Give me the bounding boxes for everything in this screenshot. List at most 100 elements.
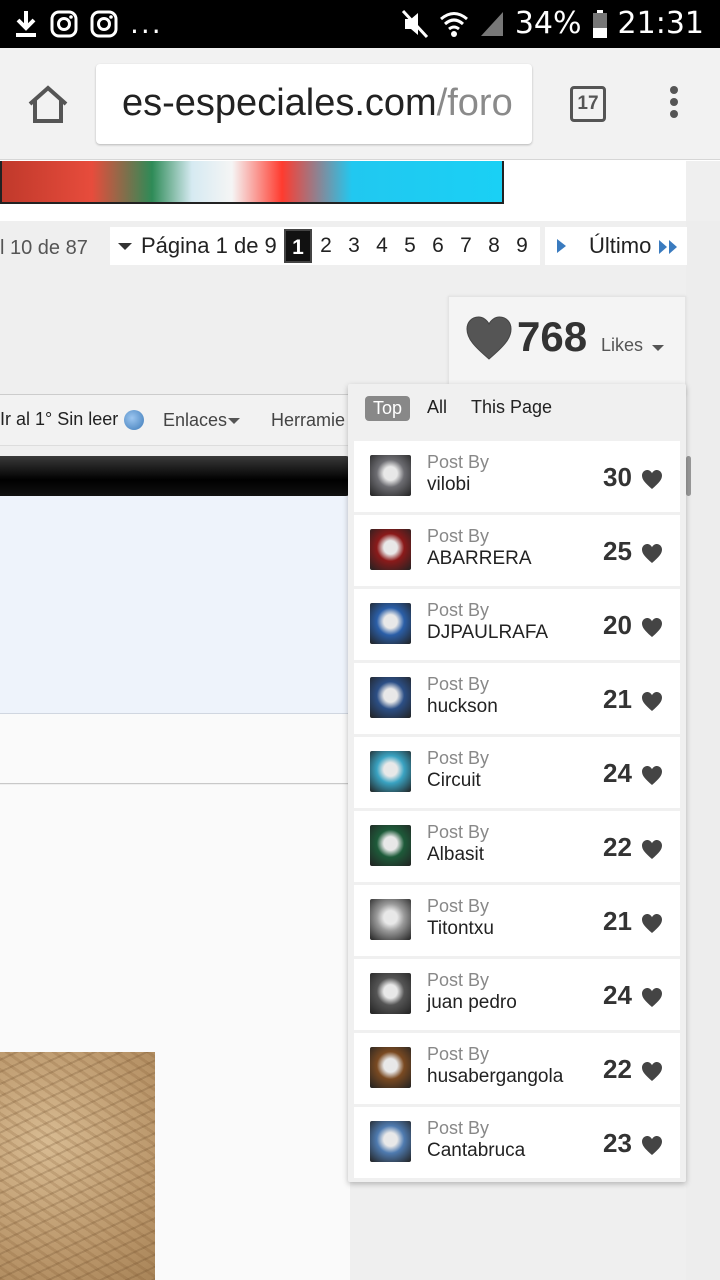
- like-count: 20: [603, 610, 632, 640]
- page-number[interactable]: 7: [452, 229, 480, 263]
- likes-list-item[interactable]: Post By Cantabruca 23: [354, 1107, 680, 1178]
- post-by-label: Post By: [427, 896, 490, 916]
- download-icon: [16, 11, 36, 37]
- user-avatar[interactable]: [370, 899, 411, 940]
- user-avatar[interactable]: [370, 751, 411, 792]
- post-by-label: Post By: [427, 822, 490, 842]
- post-by-label: Post By: [427, 1044, 490, 1064]
- likes-list-item[interactable]: Post By Circuit 24: [354, 737, 680, 808]
- user-name[interactable]: husabergangola: [427, 1066, 563, 1088]
- page-number-current[interactable]: 1: [284, 229, 312, 263]
- first-unread-link[interactable]: Ir al 1° Sin leer: [0, 409, 118, 430]
- caret-down-icon[interactable]: [652, 345, 664, 351]
- home-icon: [28, 85, 68, 123]
- user-name[interactable]: Titontxu: [427, 918, 494, 940]
- page-number[interactable]: 3: [340, 229, 368, 263]
- last-page-label: Último: [589, 233, 652, 258]
- user-avatar[interactable]: [370, 1047, 411, 1088]
- page-label[interactable]: Página 1 de 9: [141, 233, 277, 259]
- dot-icon: [670, 110, 678, 118]
- dot-icon: [670, 98, 678, 106]
- post-image[interactable]: [0, 1052, 155, 1280]
- post-by-label: Post By: [427, 748, 490, 768]
- user-name[interactable]: juan pedro: [427, 992, 517, 1014]
- likes-list-item[interactable]: Post By Titontxu 21: [354, 885, 680, 956]
- user-name[interactable]: vilobi: [427, 474, 470, 496]
- user-avatar[interactable]: [370, 455, 411, 496]
- user-name[interactable]: ABARRERA: [427, 548, 532, 570]
- user-avatar[interactable]: [370, 603, 411, 644]
- url-path: /foro: [436, 82, 513, 124]
- web-page: l 10 de 87 Página 1 de 9 1 2 3 4 5 6 7 8…: [0, 161, 720, 1280]
- tools-menu[interactable]: Herramie: [271, 410, 345, 431]
- heart-icon: [642, 1136, 662, 1155]
- signal-icon: [480, 12, 503, 36]
- post-by-label: Post By: [427, 452, 490, 472]
- heart-icon: [642, 840, 662, 859]
- likes-list-item[interactable]: Post By ABARRERA 25: [354, 515, 680, 586]
- user-name[interactable]: Albasit: [427, 844, 484, 866]
- page-number[interactable]: 5: [396, 229, 424, 263]
- overflow-menu-button[interactable]: [660, 86, 688, 122]
- header-card: [0, 161, 686, 221]
- likes-list-item[interactable]: Post By DJPAULRAFA 20: [354, 589, 680, 660]
- like-count: 21: [603, 906, 632, 936]
- scrollbar[interactable]: [686, 456, 691, 496]
- post-by-label: Post By: [427, 1118, 490, 1138]
- user-avatar[interactable]: [370, 529, 411, 570]
- page-number[interactable]: 6: [424, 229, 452, 263]
- caret-down-icon[interactable]: [118, 243, 132, 250]
- user-name[interactable]: Circuit: [427, 770, 481, 792]
- likes-list-item[interactable]: Post By huckson 21: [354, 663, 680, 734]
- heart-icon: [642, 766, 662, 785]
- tab-top[interactable]: Top: [365, 396, 411, 421]
- next-page-icon[interactable]: [557, 239, 566, 253]
- like-count: 24: [603, 758, 632, 788]
- likes-total: 768: [517, 313, 588, 360]
- wifi-icon: [439, 12, 468, 37]
- user-name[interactable]: huckson: [427, 696, 498, 718]
- user-name[interactable]: Cantabruca: [427, 1140, 525, 1162]
- last-page-link[interactable]: Último: [545, 227, 687, 265]
- tab-all[interactable]: All: [427, 397, 447, 418]
- like-count: 22: [603, 1054, 632, 1084]
- page-number[interactable]: 4: [368, 229, 396, 263]
- likes-list-item[interactable]: Post By juan pedro 24: [354, 959, 680, 1030]
- heart-icon: [642, 618, 662, 637]
- home-button[interactable]: [26, 84, 70, 124]
- status-bar: ... 34% 21:31: [0, 0, 720, 48]
- page-number[interactable]: 8: [480, 229, 508, 263]
- unread-arrow-icon[interactable]: [124, 410, 144, 430]
- likes-list-item[interactable]: Post By husabergangola 22: [354, 1033, 680, 1104]
- address-bar[interactable]: es-especiales.com/foro: [96, 64, 532, 144]
- tab-switcher-button[interactable]: 17: [570, 86, 606, 122]
- notification-overflow: ...: [130, 7, 163, 40]
- mute-icon: [401, 9, 428, 39]
- page-number[interactable]: 2: [312, 229, 340, 263]
- page-number[interactable]: 9: [508, 229, 536, 263]
- battery-percent: 34%: [514, 6, 582, 41]
- likes-list-item[interactable]: Post By vilobi 30: [354, 441, 680, 512]
- likes-list-item[interactable]: Post By Albasit 22: [354, 811, 680, 882]
- tab-this-page[interactable]: This Page: [471, 397, 552, 418]
- user-avatar[interactable]: [370, 1121, 411, 1162]
- likes-tabs: Top All This Page: [348, 384, 686, 436]
- post-by-label: Post By: [427, 674, 490, 694]
- post-meta: [0, 714, 350, 784]
- user-name[interactable]: DJPAULRAFA: [427, 622, 548, 644]
- post-by-label: Post By: [427, 600, 490, 620]
- user-avatar[interactable]: [370, 973, 411, 1014]
- browser-toolbar: es-especiales.com/foro 17: [0, 48, 720, 160]
- like-count: 22: [603, 832, 632, 862]
- banner-image[interactable]: [0, 161, 504, 204]
- user-avatar[interactable]: [370, 677, 411, 718]
- post-header: [0, 496, 350, 714]
- likes-summary[interactable]: 768 Likes: [448, 296, 686, 396]
- likes-popup: Top All This Page Post By vilobi 30 Post By…: [348, 384, 686, 1182]
- page-margin: [686, 221, 720, 1280]
- clock: 21:31: [617, 6, 704, 41]
- likes-label: Likes: [601, 335, 644, 355]
- user-avatar[interactable]: [370, 825, 411, 866]
- post-by-label: Post By: [427, 526, 490, 546]
- links-menu[interactable]: Enlaces: [163, 410, 241, 431]
